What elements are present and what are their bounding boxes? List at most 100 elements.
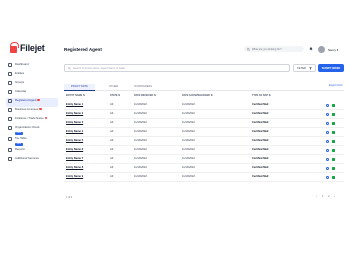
pagination-range: 1 of 9 <box>66 196 72 199</box>
table-row: Entity Name 4 AZ 11/10/2022 11/10/2022 C… <box>64 128 344 137</box>
download-icon[interactable] <box>332 122 335 125</box>
entity-link[interactable]: Entity Name 2 <box>66 112 83 115</box>
download-icon[interactable] <box>332 131 335 134</box>
sidebar-item-trade-name[interactable]: Fictitious / Trade Name <box>6 116 58 125</box>
tab-bar: POLICY DATA OTHER IN PROGRESS <box>64 83 344 91</box>
prev-page-icon[interactable]: ‹ <box>316 195 317 198</box>
next-page-icon[interactable]: › <box>334 195 335 198</box>
shield-icon <box>8 99 12 103</box>
building-icon <box>8 72 12 76</box>
view-icon[interactable] <box>326 176 329 179</box>
user-menu[interactable]: Nancy ▾ <box>328 48 338 52</box>
view-icon[interactable] <box>326 149 329 152</box>
sort-icon: ⇅ <box>118 94 121 97</box>
entity-link[interactable]: Entity Name 6 <box>66 148 83 151</box>
sort-icon: ⇅ <box>268 94 271 97</box>
new-badge: NEW <box>15 132 23 135</box>
table-header: ENTITY NAME ⇅ STATE ⇅ DATE RECEIVED ⇅ DA… <box>64 94 344 100</box>
export-csv-link[interactable]: Export CSV <box>329 84 343 87</box>
table-row: Entity Name 2 AZ 11/10/2022 11/10/2022 C… <box>64 110 344 119</box>
sidebar-nav: Dashboard Entities Groups Calendar Regis… <box>6 62 58 165</box>
page-number[interactable]: 1 <box>322 195 323 198</box>
download-icon[interactable] <box>332 140 335 143</box>
tab-in-progress[interactable]: IN PROGRESS <box>134 84 152 91</box>
entity-search-input[interactable]: Search by Entity Name, Agent Name or Sta… <box>64 64 290 72</box>
filter-button[interactable]: FILTER <box>293 64 316 72</box>
report-icon <box>8 148 12 152</box>
check-icon <box>8 126 12 130</box>
view-icon[interactable] <box>326 104 329 107</box>
table-row: Entity Name 3 AZ 11/10/2022 11/10/2022 C… <box>64 119 344 128</box>
download-icon[interactable] <box>332 104 335 107</box>
col-date-acknowledged[interactable]: DATE ACKNOWLEDGED ⇅ <box>182 94 213 97</box>
entity-link[interactable]: Entity Name 5 <box>66 139 83 142</box>
table-icon <box>8 137 12 141</box>
col-state[interactable]: STATE ⇅ <box>110 94 120 97</box>
sort-icon: ⇅ <box>153 94 156 97</box>
download-icon[interactable] <box>332 158 335 161</box>
alert-dot <box>37 98 40 101</box>
view-icon[interactable] <box>326 131 329 134</box>
submit-order-button[interactable]: SUBMIT ORDER <box>318 64 344 72</box>
new-badge: NEW <box>15 143 23 146</box>
tab-policy-data[interactable]: POLICY DATA <box>64 84 95 91</box>
alert-dot <box>44 116 48 119</box>
entity-link[interactable]: Entity Name 7 <box>66 157 83 160</box>
bell-icon[interactable] <box>309 47 313 51</box>
folder-icon <box>8 81 12 85</box>
download-icon[interactable] <box>332 167 335 170</box>
calendar-icon <box>8 90 12 94</box>
col-entity-name[interactable]: ENTITY NAME ⇅ <box>66 94 85 97</box>
global-search-input[interactable]: What are you looking for? <box>244 46 304 52</box>
sort-icon: ⇅ <box>210 94 213 97</box>
search-icon <box>247 47 250 51</box>
entity-link[interactable]: Entity Name 3 <box>66 121 83 124</box>
download-icon[interactable] <box>332 113 335 116</box>
entity-link[interactable]: Entity Name 1 <box>66 103 83 106</box>
license-icon <box>8 108 12 112</box>
entity-link[interactable]: Entity Name 8 <box>66 166 83 169</box>
table-row: Entity Name 1 AZ 11/10/2022 11/10/2022 C… <box>64 101 344 110</box>
entity-link[interactable]: Entity Name 9 <box>66 175 83 178</box>
sidebar-item-organization-check[interactable]: Organization Check NEW <box>6 125 58 136</box>
dashboard-icon <box>8 63 12 67</box>
view-icon[interactable] <box>326 167 329 170</box>
table-row: Entity Name 7 AZ 11/10/2022 11/10/2022 C… <box>64 155 344 164</box>
sidebar-item-dashboard[interactable]: Dashboard <box>6 62 58 71</box>
tag-icon <box>8 117 12 121</box>
view-icon[interactable] <box>326 122 329 125</box>
alert-dot <box>39 107 42 110</box>
sort-icon: ⇅ <box>82 94 85 97</box>
col-type-of-sop[interactable]: TYPE OF SOP ⇅ <box>252 94 271 97</box>
tab-other[interactable]: OTHER <box>109 84 118 91</box>
entity-link[interactable]: Entity Name 4 <box>66 130 83 133</box>
sidebar-item-additional-services[interactable]: Additional Services <box>6 156 58 165</box>
view-icon[interactable] <box>326 158 329 161</box>
filejet-logo[interactable]: Filejet <box>10 42 45 53</box>
page-number[interactable]: 2 <box>328 195 329 198</box>
view-icon[interactable] <box>326 113 329 116</box>
filter-icon <box>309 66 312 70</box>
table-row: Entity Name 9 AZ 11/10/2022 11/10/2022 C… <box>64 173 344 182</box>
sidebar-item-reports[interactable]: Reports <box>6 147 58 156</box>
sidebar-item-registered-agent[interactable]: Registered Agent <box>6 98 58 107</box>
page-title: Registered Agent <box>64 47 102 52</box>
view-icon[interactable] <box>326 140 329 143</box>
download-icon[interactable] <box>332 176 335 179</box>
sidebar-item-business-licenses[interactable]: Business Licenses <box>6 107 58 116</box>
col-date-received[interactable]: DATE RECEIVED ⇅ <box>134 94 156 97</box>
search-icon <box>68 66 71 70</box>
app-name: Filejet <box>20 42 45 53</box>
sidebar-item-calendar[interactable]: Calendar <box>6 89 58 98</box>
sidebar-item-entities[interactable]: Entities <box>6 71 58 80</box>
plus-icon <box>8 157 12 161</box>
sidebar-item-tax-table[interactable]: Tax Table NEW <box>6 136 58 147</box>
chevron-down-icon: ▾ <box>336 48 339 52</box>
filejet-logo-icon <box>10 42 19 53</box>
table-row: Entity Name 6 AZ 11/10/2022 11/10/2022 C… <box>64 146 344 155</box>
avatar[interactable] <box>318 46 325 53</box>
table-row: Entity Name 5 AZ 11/10/2022 11/10/2022 C… <box>64 137 344 146</box>
sidebar-item-groups[interactable]: Groups <box>6 80 58 89</box>
download-icon[interactable] <box>332 149 335 152</box>
table-row: Entity Name 8 AZ 11/10/2022 11/10/2022 C… <box>64 164 344 173</box>
